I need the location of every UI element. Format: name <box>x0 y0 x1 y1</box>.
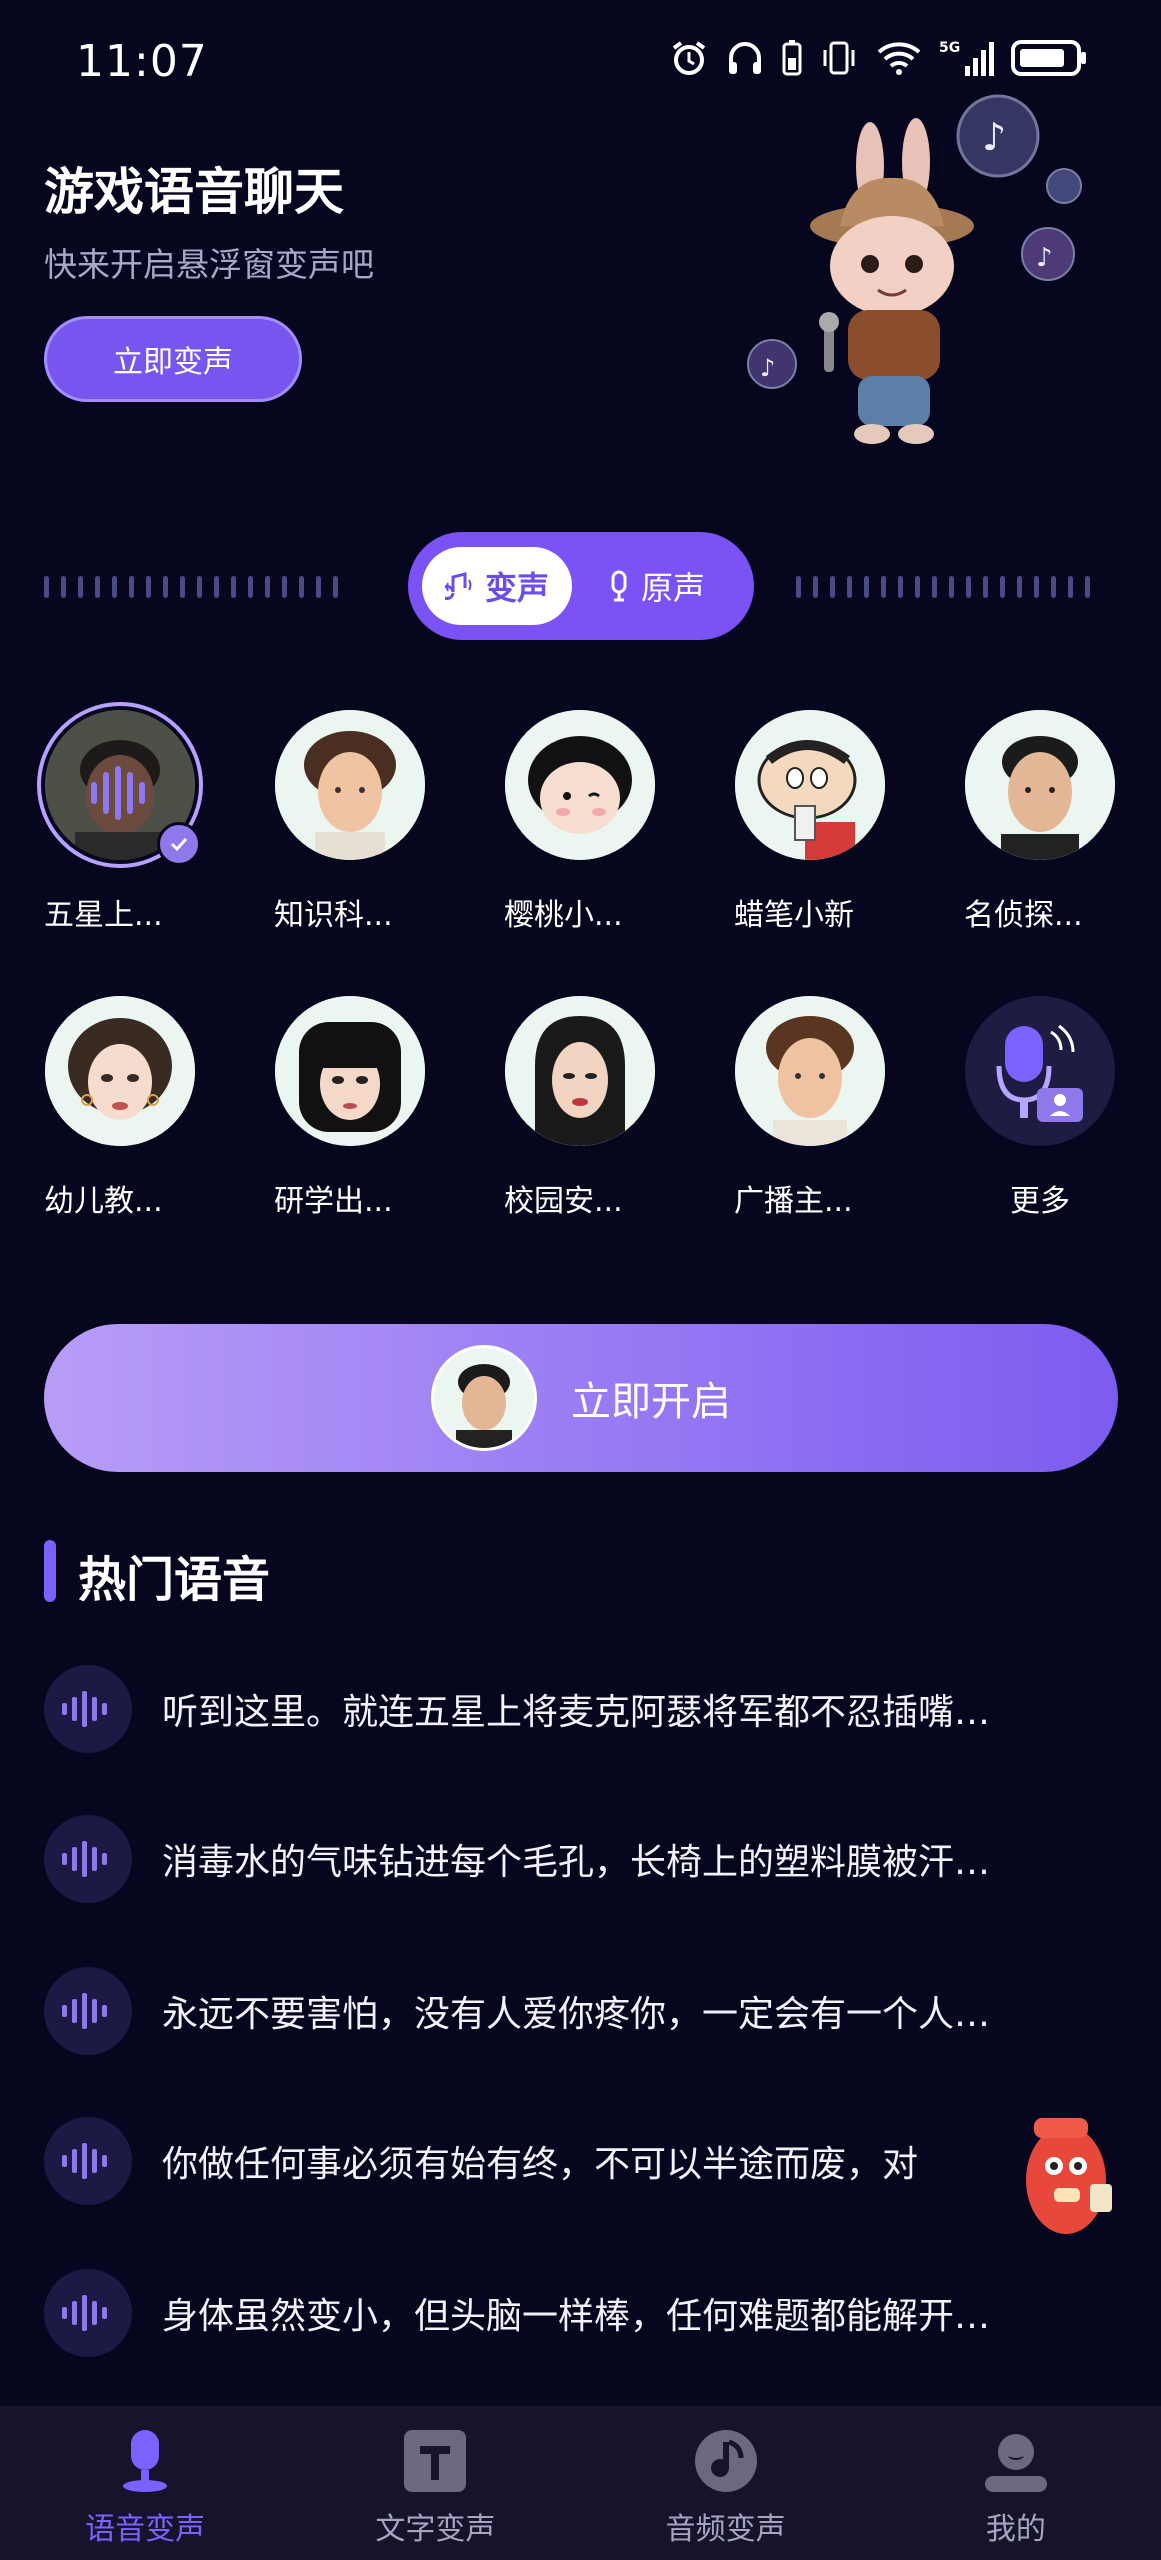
voice-item-more[interactable]: 更多 <box>950 996 1130 1220</box>
toggle-change-voice[interactable]: 变声 <box>422 547 572 625</box>
svg-text:♪: ♪ <box>982 115 1006 159</box>
status-time: 11:07 <box>76 36 208 87</box>
voice-item-6[interactable]: 幼儿教... <box>30 996 210 1220</box>
voice-avatar <box>505 996 655 1146</box>
waveform-icon <box>44 1967 132 2055</box>
voice-item-4[interactable]: 蜡笔小新 <box>720 710 900 934</box>
wifi-icon <box>877 42 921 75</box>
voice-item-1[interactable]: 五星上... <box>30 702 210 934</box>
voice-name: 五星上... <box>44 898 163 933</box>
selected-voice-avatar <box>431 1345 537 1451</box>
voice-avatar <box>275 710 425 860</box>
voice-name: 名侦探... <box>964 898 1083 933</box>
bottom-tab-bar: 语音变声 文字变声 音频变声 我的 <box>0 2406 1161 2560</box>
signal-5g-icon: 5G <box>939 40 994 76</box>
svg-text:♪: ♪ <box>760 354 775 382</box>
waveform-icon <box>44 1815 132 1903</box>
more-voices-icon <box>965 996 1115 1146</box>
floating-promo-badge[interactable]: 签 <box>958 2104 1118 2244</box>
check-icon <box>157 822 201 866</box>
tab-audio-change[interactable]: 音频变声 <box>581 2406 871 2560</box>
voice-item-7[interactable]: 研学出... <box>260 996 440 1220</box>
voice-name: 研学出... <box>274 1184 393 1219</box>
voice-avatar <box>37 702 203 868</box>
toggle-original-label: 原声 <box>640 569 705 607</box>
hot-voice-item[interactable]: 消毒水的气味钻进每个毛孔，长椅上的塑料膜被汗… <box>44 1814 1118 1904</box>
voice-name: 樱桃小... <box>504 898 623 933</box>
hot-voice-item[interactable]: 身体虽然变小，但头脑一样棒，任何难题都能解开… <box>44 2268 1118 2358</box>
voice-avatar <box>275 996 425 1146</box>
tab-mine[interactable]: 我的 <box>871 2406 1161 2560</box>
hot-voice-item[interactable]: 你做任何事必须有始有终，不可以半途而废，对 <box>44 2116 1118 2206</box>
hot-voice-text: 身体虽然变小，但头脑一样棒，任何难题都能解开… <box>162 2296 991 2337</box>
voice-avatar <box>735 710 885 860</box>
voice-avatar <box>735 996 885 1146</box>
microphone-icon <box>611 570 627 602</box>
microphone-tab-icon <box>123 2430 168 2492</box>
svg-text:5G: 5G <box>939 40 960 56</box>
hot-voice-text: 消毒水的气味钻进每个毛孔，长椅上的塑料膜被汗… <box>162 1842 991 1883</box>
voice-item-9[interactable]: 广播主... <box>720 996 900 1220</box>
voice-name: 幼儿教... <box>44 1184 163 1219</box>
voice-name: 广播主... <box>734 1184 853 1219</box>
waveform-decoration-left <box>44 573 369 601</box>
tab-label: 我的 <box>985 2512 1046 2547</box>
status-icons: 5G <box>669 38 1087 78</box>
section-accent-bar <box>44 1540 56 1602</box>
waveform-decoration-right <box>796 573 1121 601</box>
hot-voice-item[interactable]: 听到这里。就连五星上将麦克阿瑟将军都不忍插嘴… <box>44 1664 1118 1754</box>
voice-name: 蜡笔小新 <box>734 898 854 933</box>
toggle-original-voice[interactable]: 原声 <box>572 547 740 625</box>
voice-avatar <box>965 710 1115 860</box>
voice-item-2[interactable]: 知识科... <box>260 710 440 934</box>
voice-mode-toggle[interactable]: 变声 原声 <box>408 532 754 640</box>
hot-voices-title: 热门语音 <box>78 1552 271 1608</box>
voice-name: 校园安... <box>504 1184 623 1219</box>
voice-avatar <box>505 710 655 860</box>
tab-text-change[interactable]: 文字变声 <box>290 2406 580 2560</box>
voice-avatar <box>45 996 195 1146</box>
headphones-icon <box>729 42 761 74</box>
hot-voice-item[interactable]: 永远不要害怕，没有人爱你疼你，一定会有一个人… <box>44 1966 1118 2056</box>
alarm-icon <box>672 41 706 75</box>
svg-text:♪: ♪ <box>1036 243 1053 273</box>
voice-item-8[interactable]: 校园安... <box>490 996 670 1220</box>
start-now-button[interactable]: 立即开启 <box>44 1324 1118 1472</box>
vibrate-icon <box>823 41 855 75</box>
waveform-icon <box>44 2117 132 2205</box>
voice-item-3[interactable]: 樱桃小... <box>490 710 670 934</box>
music-disc-tab-icon <box>694 2430 757 2492</box>
tab-label: 文字变声 <box>375 2512 496 2547</box>
user-tab-icon <box>984 2434 1047 2492</box>
tab-voice-change[interactable]: 语音变声 <box>0 2406 290 2560</box>
tab-label: 音频变声 <box>665 2512 786 2547</box>
hot-voice-text: 你做任何事必须有始有终，不可以半途而废，对 <box>162 2144 919 2185</box>
voice-name: 知识科... <box>274 898 393 933</box>
voice-name: 更多 <box>1010 1184 1070 1219</box>
hot-voice-text: 听到这里。就连五星上将麦克阿瑟将军都不忍插嘴… <box>162 1692 991 1733</box>
banner-subtitle: 快来开启悬浮窗变声吧 <box>44 245 374 284</box>
waveform-icon <box>44 1665 132 1753</box>
waveform-icon <box>44 2269 132 2357</box>
headphone-battery-icon <box>782 40 802 76</box>
hot-voice-text: 永远不要害怕，没有人爱你疼你，一定会有一个人… <box>162 1994 991 2035</box>
start-now-label: 立即开启 <box>571 1379 731 1425</box>
voice-change-icon <box>444 572 472 600</box>
change-voice-now-button[interactable]: 立即变声 <box>44 316 302 402</box>
mascot-illustration: ♪ ♪ ♪ <box>720 86 1100 456</box>
tab-label: 语音变声 <box>85 2512 206 2547</box>
toggle-change-label: 变声 <box>484 569 549 607</box>
battery-icon <box>1011 40 1086 76</box>
voice-item-5[interactable]: 名侦探... <box>950 710 1130 934</box>
text-tab-icon <box>404 2430 467 2492</box>
banner-title: 游戏语音聊天 <box>44 163 344 221</box>
